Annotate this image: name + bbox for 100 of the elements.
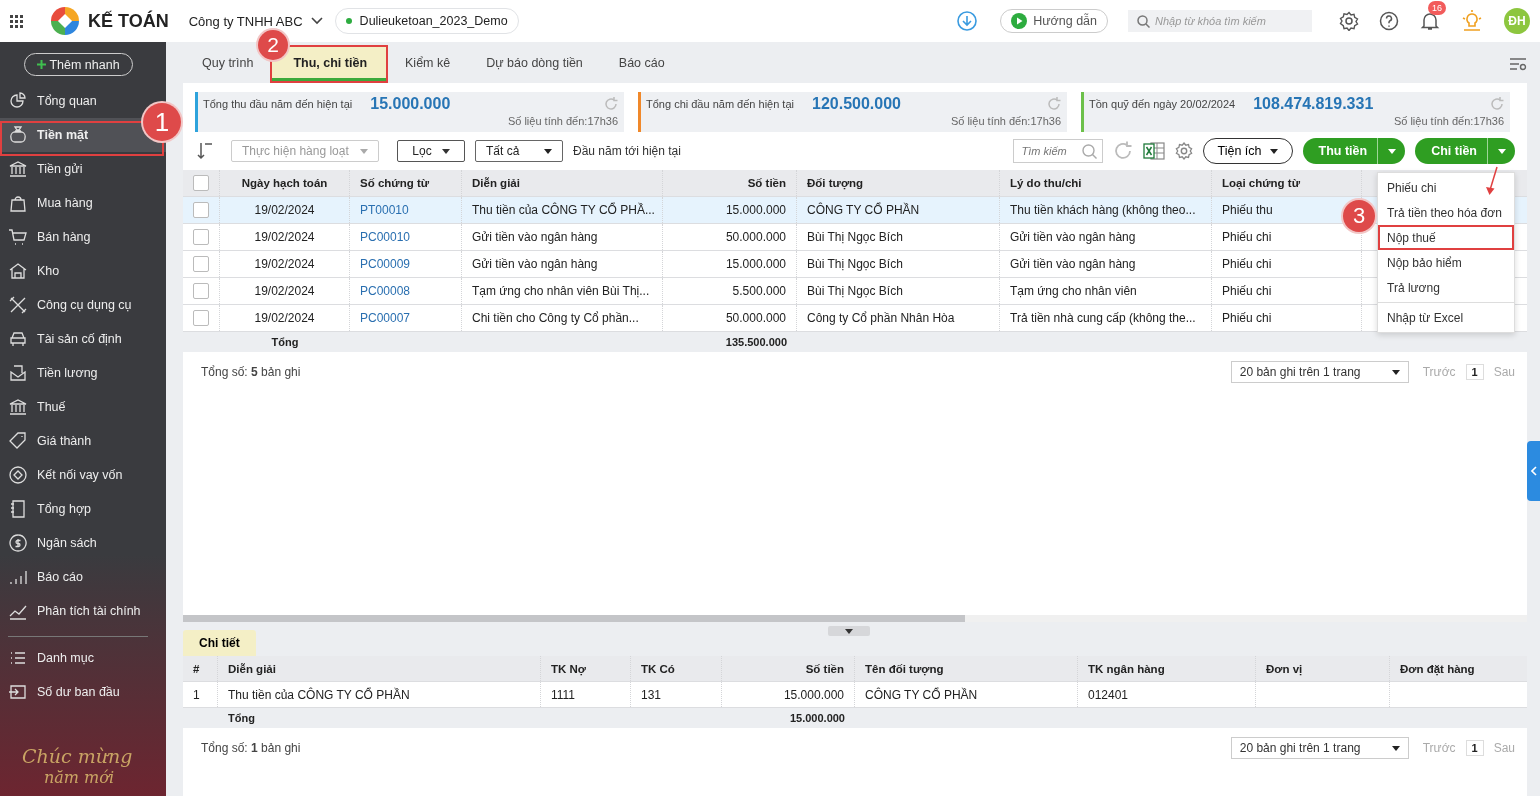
settings-icon[interactable] bbox=[1339, 11, 1359, 31]
scrollbar-thumb[interactable] bbox=[183, 615, 965, 622]
column-header[interactable]: Số chứng từ bbox=[350, 170, 462, 196]
column-header[interactable]: TK Có bbox=[631, 656, 722, 681]
sidebar-item[interactable]: Tài sản cố định bbox=[0, 322, 166, 356]
record-count: Tổng số: 5 bản ghi bbox=[201, 365, 301, 379]
menu-item[interactable]: Nhập từ Excel bbox=[1378, 305, 1514, 330]
checkbox[interactable] bbox=[193, 283, 209, 299]
tab[interactable]: Kiểm kê bbox=[387, 47, 469, 81]
page-number[interactable]: 1 bbox=[1465, 364, 1484, 380]
summary-label: Tổng thu đầu năm đến hiện tại bbox=[203, 98, 353, 110]
sidebar-item[interactable]: Danh mục bbox=[0, 641, 166, 675]
table-cell: Gửi tiền vào ngân hàng bbox=[472, 230, 598, 244]
column-header[interactable]: TK Nợ bbox=[541, 656, 631, 681]
sidebar-item[interactable]: Mua hàng bbox=[0, 186, 166, 220]
menu-item[interactable]: Phiếu chi bbox=[1378, 175, 1514, 200]
import-icon bbox=[8, 682, 28, 702]
utilities-button[interactable]: Tiện ích bbox=[1202, 138, 1293, 164]
refresh-icon[interactable] bbox=[1047, 97, 1061, 111]
sidebar-item[interactable]: Phân tích tài chính bbox=[0, 594, 166, 628]
company-selector[interactable]: Công ty TNHH ABC bbox=[186, 11, 325, 31]
sidebar-item[interactable]: Tiền lương bbox=[0, 356, 166, 390]
filter-dropdown[interactable]: Lọc bbox=[397, 140, 465, 162]
tab[interactable]: Báo cáo bbox=[600, 47, 683, 81]
caret-icon bbox=[845, 628, 853, 634]
sidebar-item[interactable]: Bán hàng bbox=[0, 220, 166, 254]
column-header[interactable]: Diễn giải bbox=[218, 656, 541, 681]
sidebar-item[interactable]: Giá thành bbox=[0, 424, 166, 458]
side-panel-toggle[interactable] bbox=[1527, 441, 1540, 501]
cart-icon bbox=[8, 227, 28, 247]
column-header[interactable]: Lý do thu/chi bbox=[1000, 170, 1212, 196]
page-number[interactable]: 1 bbox=[1465, 740, 1484, 756]
collapse-handle[interactable] bbox=[828, 626, 870, 636]
receive-menu-button[interactable] bbox=[1377, 138, 1406, 164]
sidebar-item[interactable]: Kho bbox=[0, 254, 166, 288]
sidebar-item[interactable]: Ngân sách bbox=[0, 526, 166, 560]
sidebar-item[interactable]: Kết nối vay vốn bbox=[0, 458, 166, 492]
checkbox[interactable] bbox=[193, 229, 209, 245]
table-cell: Bùi Thị Ngọc Bích bbox=[807, 257, 903, 271]
column-header[interactable]: # bbox=[183, 656, 218, 681]
checkbox[interactable] bbox=[193, 310, 209, 326]
settings-icon[interactable] bbox=[1174, 142, 1193, 160]
column-header[interactable]: Đối tượng bbox=[797, 170, 1000, 196]
column-header[interactable]: Đơn đặt hàng bbox=[1390, 656, 1527, 681]
menu-item[interactable]: Trả lương bbox=[1378, 275, 1514, 300]
app-grid-icon[interactable] bbox=[10, 14, 23, 28]
sidebar-item[interactable]: Số dư ban đầu bbox=[0, 675, 166, 709]
table-cell: 50.000.000 bbox=[725, 230, 786, 244]
caret-icon bbox=[1269, 148, 1278, 154]
sort-arrow-icon[interactable] bbox=[197, 142, 213, 160]
column-header[interactable]: Số tiền bbox=[663, 170, 797, 196]
sidebar-item[interactable]: Tiền gửi bbox=[0, 152, 166, 186]
scope-select[interactable]: Tất cả bbox=[475, 140, 563, 162]
detail-tab[interactable]: Chi tiết bbox=[183, 630, 256, 656]
column-header[interactable]: TK ngân hàng bbox=[1078, 656, 1256, 681]
column-header[interactable]: Số tiền bbox=[722, 656, 855, 681]
column-header[interactable]: Loại chứng từ bbox=[1212, 170, 1362, 196]
table-cell: Phiếu thu bbox=[1222, 203, 1273, 217]
voucher-link[interactable]: PT00010 bbox=[360, 203, 409, 217]
checkbox[interactable] bbox=[193, 256, 209, 272]
help-icon[interactable] bbox=[1379, 11, 1399, 31]
sidebar-item[interactable]: Công cụ dụng cụ bbox=[0, 288, 166, 322]
excel-icon[interactable] bbox=[1142, 141, 1165, 161]
page-size-select[interactable]: 20 bản ghi trên 1 trang bbox=[1230, 737, 1409, 759]
menu-item[interactable]: Nộp thuế bbox=[1378, 225, 1514, 250]
checkbox[interactable] bbox=[193, 202, 209, 218]
column-settings-icon[interactable] bbox=[1509, 57, 1527, 71]
column-header[interactable]: Ngày hạch toán bbox=[220, 170, 350, 196]
search-field[interactable]: Tìm kiếm bbox=[1012, 139, 1103, 163]
refresh-icon[interactable] bbox=[1112, 141, 1133, 161]
step-badge: 3 bbox=[1343, 200, 1375, 232]
status-dot-icon bbox=[345, 18, 352, 24]
database-selector[interactable]: Dulieuketoan_2023_Demo bbox=[334, 8, 519, 34]
refresh-icon[interactable] bbox=[1490, 97, 1504, 111]
download-icon[interactable] bbox=[957, 11, 978, 31]
lightbulb-icon[interactable] bbox=[1461, 10, 1483, 32]
menu-item[interactable]: Nộp bảo hiểm bbox=[1378, 250, 1514, 275]
refresh-icon[interactable] bbox=[604, 97, 618, 111]
search-field[interactable]: Nhập từ khóa tìm kiếm bbox=[1128, 10, 1312, 32]
sidebar-item[interactable]: Thuế bbox=[0, 390, 166, 424]
menu-item[interactable]: Trả tiền theo hóa đơn bbox=[1378, 200, 1514, 225]
column-header[interactable]: Đơn vị bbox=[1256, 656, 1390, 681]
table-cell: 50.000.000 bbox=[725, 311, 786, 325]
voucher-link[interactable]: PC00008 bbox=[360, 284, 411, 298]
pay-menu-button[interactable] bbox=[1487, 138, 1515, 164]
bell-icon[interactable] bbox=[1420, 11, 1440, 31]
voucher-link[interactable]: PC00009 bbox=[360, 257, 411, 271]
voucher-link[interactable]: PC00007 bbox=[360, 311, 411, 325]
table-cell: Phiếu chi bbox=[1222, 257, 1272, 271]
voucher-link[interactable]: PC00010 bbox=[360, 230, 411, 244]
page-size-select[interactable]: 20 bản ghi trên 1 trang bbox=[1230, 361, 1409, 383]
checkbox[interactable] bbox=[193, 175, 209, 191]
table-cell: Tạm ứng cho nhân viên bbox=[1010, 284, 1137, 298]
tab[interactable]: Dự báo dòng tiền bbox=[468, 47, 601, 81]
guide-button[interactable]: Hướng dẫn bbox=[1000, 9, 1108, 33]
column-header[interactable]: Diễn giải bbox=[462, 170, 663, 196]
sidebar-item[interactable]: Báo cáo bbox=[0, 560, 166, 594]
sidebar-item[interactable]: Tổng hợp bbox=[0, 492, 166, 526]
notification-count: 16 bbox=[1428, 1, 1446, 15]
column-header[interactable]: Tên đối tượng bbox=[855, 656, 1078, 681]
